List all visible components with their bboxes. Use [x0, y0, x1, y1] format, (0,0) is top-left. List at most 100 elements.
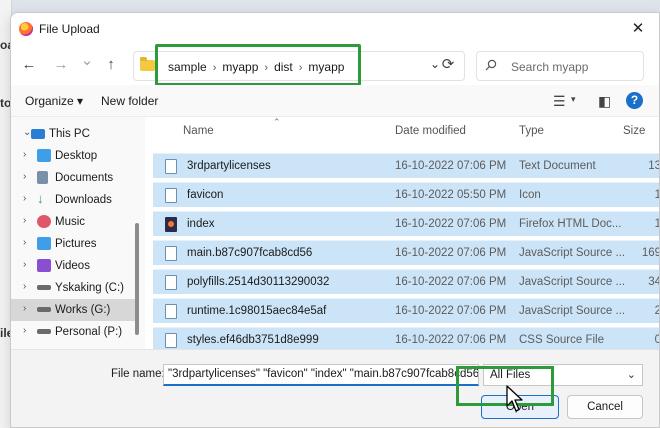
file-row[interactable]: polyfills.2514d30113290032 16-10-2022 07… — [153, 269, 660, 294]
navigation-pane: ⌄ This PC › Desktop › Documents › ↓ Down… — [11, 117, 139, 349]
sidebar-item-label: This PC — [49, 128, 90, 140]
file-size: 0 — [637, 334, 659, 346]
column-header-name[interactable]: Name — [183, 125, 214, 137]
file-type: JavaScript Source ... — [519, 276, 626, 288]
sidebar-item-drive-c[interactable]: › Yskaking (C:) — [11, 277, 135, 299]
sidebar-item-this-pc[interactable]: ⌄ This PC — [11, 123, 135, 145]
chevron-right-icon[interactable]: › — [23, 193, 26, 204]
sidebar-item-label: Pictures — [55, 238, 97, 250]
sidebar-item-label: Desktop — [55, 150, 98, 162]
file-name: favicon — [187, 189, 224, 201]
navigation-bar: ← → ⌄ ↑ sample › myapp › dist › myapp ⌄ ⟳ Sear… — [11, 45, 659, 85]
file-row[interactable]: favicon 16-10-2022 05:50 PM Icon 1 — [153, 182, 659, 207]
chevron-right-icon[interactable]: › — [23, 149, 26, 160]
chevron-down-icon: ⌄ — [626, 369, 636, 381]
file-list: ⌃ Name Date modified Type Size 3rdpartyl… — [145, 117, 660, 352]
column-header-size[interactable]: Size — [623, 125, 645, 137]
up-button[interactable]: ↑ — [101, 55, 121, 75]
address-bar[interactable]: sample › myapp › dist › myapp ⌄ — [133, 51, 465, 81]
sidebar-item-drive-p[interactable]: › Personal (P:) — [11, 321, 135, 343]
file-size: 2 — [637, 305, 659, 317]
chevron-right-icon: › — [264, 62, 269, 74]
search-box[interactable]: Search myapp — [476, 51, 644, 81]
breadcrumb-item[interactable]: sample — [168, 60, 207, 74]
title-bar: File Upload ✕ — [11, 13, 659, 45]
file-size: 34 — [648, 276, 660, 288]
file-name: 3rdpartylicenses — [187, 160, 271, 172]
icon-file-icon — [165, 188, 177, 203]
chevron-right-icon[interactable]: › — [23, 171, 26, 182]
file-row[interactable]: 3rdpartylicenses 16-10-2022 07:06 PM Tex… — [153, 153, 660, 178]
chevron-right-icon[interactable]: › — [23, 259, 26, 270]
cancel-button[interactable]: Cancel — [567, 395, 643, 419]
file-name-label: File name: — [111, 368, 165, 380]
drive-icon — [37, 329, 51, 334]
pictures-icon — [37, 237, 51, 250]
firefox-icon — [19, 22, 33, 36]
recent-locations-button[interactable]: ⌄ — [77, 51, 97, 71]
sidebar-item-videos[interactable]: › Videos — [11, 255, 135, 277]
file-size: 13 — [648, 160, 660, 172]
file-name: styles.ef46db3751d8e999 — [187, 334, 319, 346]
sidebar-item-label: Videos — [55, 260, 90, 272]
column-header-type[interactable]: Type — [519, 125, 544, 137]
column-header-date[interactable]: Date modified — [395, 125, 466, 137]
dialog-footer: File name: "3rdpartylicenses" "favicon" … — [11, 349, 659, 427]
chevron-right-icon[interactable]: › — [23, 237, 26, 248]
chevron-right-icon[interactable]: › — [23, 215, 26, 226]
breadcrumb-item[interactable]: myapp — [308, 60, 344, 74]
address-dropdown-icon[interactable]: ⌄ — [430, 57, 440, 71]
chevron-down-icon[interactable]: ▾ — [571, 94, 576, 105]
forward-button[interactable]: → — [51, 55, 71, 75]
sidebar-item-documents[interactable]: › Documents — [11, 167, 135, 189]
file-date: 16-10-2022 07:06 PM — [395, 247, 507, 259]
file-type-value: All Files — [490, 369, 531, 381]
folder-icon — [140, 57, 155, 71]
file-date: 16-10-2022 07:06 PM — [395, 305, 507, 317]
view-options-icon[interactable]: ☰ — [553, 93, 566, 110]
download-icon: ↓ — [37, 191, 44, 206]
refresh-button[interactable]: ⟳ — [440, 57, 456, 73]
file-size: 1 — [637, 189, 659, 201]
file-date: 16-10-2022 07:06 PM — [395, 334, 507, 346]
html-file-icon — [165, 217, 177, 232]
search-icon — [485, 59, 497, 71]
file-name: index — [187, 218, 215, 230]
text-file-icon — [165, 159, 177, 174]
file-row[interactable]: index 16-10-2022 07:06 PM Firefox HTML D… — [153, 211, 659, 236]
sidebar-item-downloads[interactable]: › ↓ Downloads — [11, 189, 135, 211]
sidebar-item-label: Yskaking (C:) — [55, 282, 125, 294]
sidebar-item-pictures[interactable]: › Pictures — [11, 233, 135, 255]
breadcrumb-item[interactable]: dist — [274, 60, 293, 74]
chevron-right-icon: › — [212, 62, 217, 74]
chevron-right-icon[interactable]: › — [23, 303, 26, 314]
file-type-select[interactable]: All Files ⌄ — [483, 364, 643, 386]
mouse-cursor-icon — [506, 385, 523, 412]
chevron-right-icon[interactable]: › — [23, 325, 26, 336]
file-date: 16-10-2022 07:06 PM — [395, 276, 507, 288]
sidebar-item-desktop[interactable]: › Desktop — [11, 145, 135, 167]
sidebar-item-music[interactable]: › Music — [11, 211, 135, 233]
computer-icon — [31, 129, 45, 139]
sidebar-item-label: Works (G:) — [55, 304, 111, 316]
file-date: 16-10-2022 07:06 PM — [395, 218, 507, 230]
sidebar-item-label: Music — [55, 216, 86, 228]
css-file-icon — [165, 333, 177, 348]
sidebar-scrollbar[interactable] — [135, 223, 139, 335]
new-folder-button[interactable]: New folder — [101, 94, 158, 108]
file-type: Icon — [519, 189, 541, 201]
js-file-icon — [165, 275, 177, 290]
chevron-right-icon[interactable]: › — [23, 281, 26, 292]
file-row[interactable]: main.b87c907fcab8cd56 16-10-2022 07:06 P… — [153, 240, 659, 265]
music-icon — [37, 215, 51, 228]
back-button[interactable]: ← — [19, 55, 39, 75]
file-row[interactable]: runtime.1c98015aec84e5af 16-10-2022 07:0… — [153, 298, 659, 323]
sidebar-item-drive-g[interactable]: › Works (G:) — [11, 299, 135, 321]
organize-button[interactable]: Organize ▾ — [25, 94, 83, 108]
file-name-field[interactable]: "3rdpartylicenses" "favicon" "index" "ma… — [163, 364, 479, 386]
file-date: 16-10-2022 05:50 PM — [395, 189, 507, 201]
help-icon[interactable]: ? — [626, 92, 643, 109]
close-button[interactable]: ✕ — [627, 18, 649, 40]
breadcrumb-item[interactable]: myapp — [222, 60, 258, 74]
preview-pane-icon[interactable]: ◧ — [598, 93, 611, 110]
